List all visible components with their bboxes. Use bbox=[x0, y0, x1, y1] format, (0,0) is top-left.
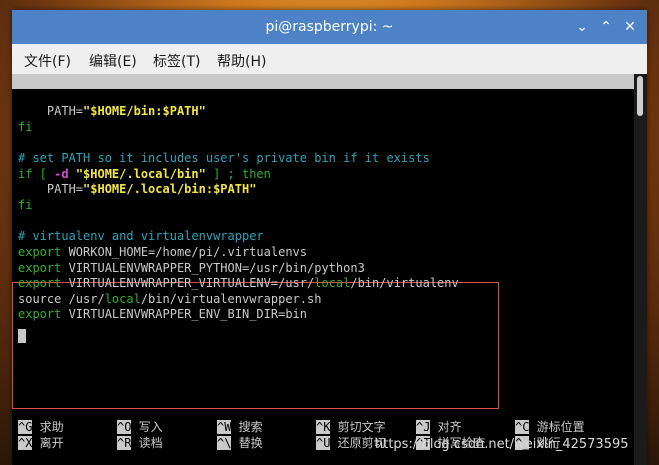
code-text: VIRTUALENVWRAPPER_PYTHON=/usr/bin/python… bbox=[61, 261, 365, 275]
code-keyword: local bbox=[314, 276, 351, 290]
shortcut-search[interactable]: ^W 搜索 bbox=[217, 420, 263, 435]
code-text: PATH= bbox=[18, 104, 84, 118]
shortcut-key: ^G bbox=[18, 420, 33, 434]
shortcut-help[interactable]: ^G 求助 bbox=[18, 420, 64, 435]
shortcut-key: ^U bbox=[316, 436, 331, 450]
shortcut-key: ^R bbox=[117, 436, 132, 450]
shortcut-label: 替换 bbox=[231, 436, 263, 450]
menu-file[interactable]: 文件(F) bbox=[24, 51, 71, 71]
code-keyword: local bbox=[104, 292, 141, 306]
nano-version: GNU nano 3.2 bbox=[34, 89, 121, 103]
shortcut-label: 搜索 bbox=[231, 420, 263, 434]
code-flag: -d bbox=[54, 167, 69, 181]
shortcut-key: ^J bbox=[416, 420, 431, 434]
code-keyword: export bbox=[18, 261, 62, 275]
shortcut-label: 求助 bbox=[32, 420, 64, 434]
code-keyword: if [ bbox=[18, 167, 55, 181]
text-cursor bbox=[18, 329, 26, 343]
shortcut-key: ^W bbox=[217, 420, 232, 434]
shortcut-label: 离开 bbox=[32, 436, 64, 450]
shortcut-justify[interactable]: ^J 对齐 bbox=[416, 420, 462, 435]
code-text: /bin/virtualenvwrapper.sh bbox=[140, 292, 322, 306]
menu-help[interactable]: 帮助(H) bbox=[217, 51, 266, 71]
watermark-text: https://blog.csdn.net/weixin_42573595 bbox=[375, 437, 629, 452]
code-text: VIRTUALENVWRAPPER_ENV_BIN_DIR=bin bbox=[61, 307, 307, 321]
scrollbar[interactable] bbox=[634, 74, 647, 465]
code-comment: # virtualenv and virtualenvwrapper bbox=[18, 229, 264, 243]
shortcut-key: ^K bbox=[316, 420, 331, 434]
code-line: fi bbox=[18, 120, 33, 134]
code-line: export WORKON_HOME=/home/pi/.virtualenvs bbox=[18, 245, 307, 261]
shortcut-read[interactable]: ^R 读档 bbox=[117, 436, 163, 451]
shortcut-replace[interactable]: ^\ 替换 bbox=[217, 436, 263, 451]
shortcut-label: 写入 bbox=[131, 420, 163, 434]
window-title: pi@raspberrypi: ~ bbox=[265, 19, 394, 35]
code-line: PATH="$HOME/bin:$PATH" bbox=[18, 104, 206, 120]
shortcut-key: ^C bbox=[515, 420, 530, 434]
chevron-up-icon[interactable]: ⌃ bbox=[596, 17, 616, 37]
shortcut-write[interactable]: ^O 写入 bbox=[117, 420, 163, 435]
code-string: "$HOME/.local/bin:$PATH" bbox=[83, 182, 257, 196]
code-text: PATH= bbox=[18, 182, 84, 196]
title-bar[interactable]: pi@raspberrypi: ~ ⌄ ⌃ ✕ bbox=[12, 10, 647, 44]
shortcut-label: 剪切文字 bbox=[330, 420, 386, 434]
code-text: VIRTUALENVWRAPPER_VIRTUALENV=/usr/ bbox=[61, 276, 315, 290]
menu-tabs[interactable]: 标签(T) bbox=[153, 51, 200, 71]
chevron-down-icon[interactable]: ⌄ bbox=[572, 17, 592, 37]
scrollbar-thumb[interactable] bbox=[637, 76, 643, 116]
code-line: source /usr/local/bin/virtualenvwrapper.… bbox=[18, 292, 321, 308]
shortcut-label: 读档 bbox=[131, 436, 163, 450]
nano-filename: .profile bbox=[326, 104, 384, 118]
code-text: WORKON_HOME=/home/pi/.virtualenvs bbox=[61, 245, 307, 259]
code-line: export VIRTUALENVWRAPPER_PYTHON=/usr/bin… bbox=[18, 261, 365, 277]
nano-header: GNU nano 3.2 .profile bbox=[12, 74, 634, 118]
code-line: PATH="$HOME/.local/bin:$PATH" bbox=[18, 182, 257, 198]
code-line: fi bbox=[18, 198, 33, 212]
code-line: if [ -d "$HOME/.local/bin" ] ; then bbox=[18, 167, 271, 183]
code-keyword: export bbox=[18, 245, 62, 259]
terminal-window: pi@raspberrypi: ~ ⌄ ⌃ ✕ 文件(F) 编辑(E) 标签(T… bbox=[12, 10, 647, 465]
shortcut-key: ^X bbox=[18, 436, 33, 450]
code-keyword: export bbox=[18, 307, 62, 321]
code-keyword: ] ; then bbox=[205, 167, 271, 181]
shortcut-key: ^\ bbox=[217, 436, 232, 450]
shortcut-exit[interactable]: ^X 离开 bbox=[18, 436, 64, 451]
shortcut-key: ^O bbox=[117, 420, 132, 434]
menu-edit[interactable]: 编辑(E) bbox=[89, 51, 137, 71]
shortcut-label: 游标位置 bbox=[529, 420, 585, 434]
code-string: "$HOME/bin:$PATH" bbox=[83, 104, 206, 118]
close-icon[interactable]: ✕ bbox=[620, 17, 640, 37]
terminal-area[interactable]: GNU nano 3.2 .profile PATH="$HOME/bin:$P… bbox=[12, 74, 634, 465]
shortcut-label: 对齐 bbox=[430, 420, 462, 434]
shortcut-cut[interactable]: ^K 剪切文字 bbox=[316, 420, 386, 435]
code-comment: # set PATH so it includes user's private… bbox=[18, 151, 430, 165]
code-line: export VIRTUALENVWRAPPER_ENV_BIN_DIR=bin bbox=[18, 307, 307, 323]
menu-bar: 文件(F) 编辑(E) 标签(T) 帮助(H) bbox=[12, 44, 647, 75]
code-keyword: export bbox=[18, 276, 62, 290]
shortcut-cursor-pos[interactable]: ^C 游标位置 bbox=[515, 420, 585, 435]
code-line: export VIRTUALENVWRAPPER_VIRTUALENV=/usr… bbox=[18, 276, 459, 292]
code-text: source /usr/ bbox=[18, 292, 105, 306]
code-text: /bin/virtualenv bbox=[350, 276, 459, 290]
code-string: "$HOME/.local/bin" bbox=[75, 167, 206, 181]
